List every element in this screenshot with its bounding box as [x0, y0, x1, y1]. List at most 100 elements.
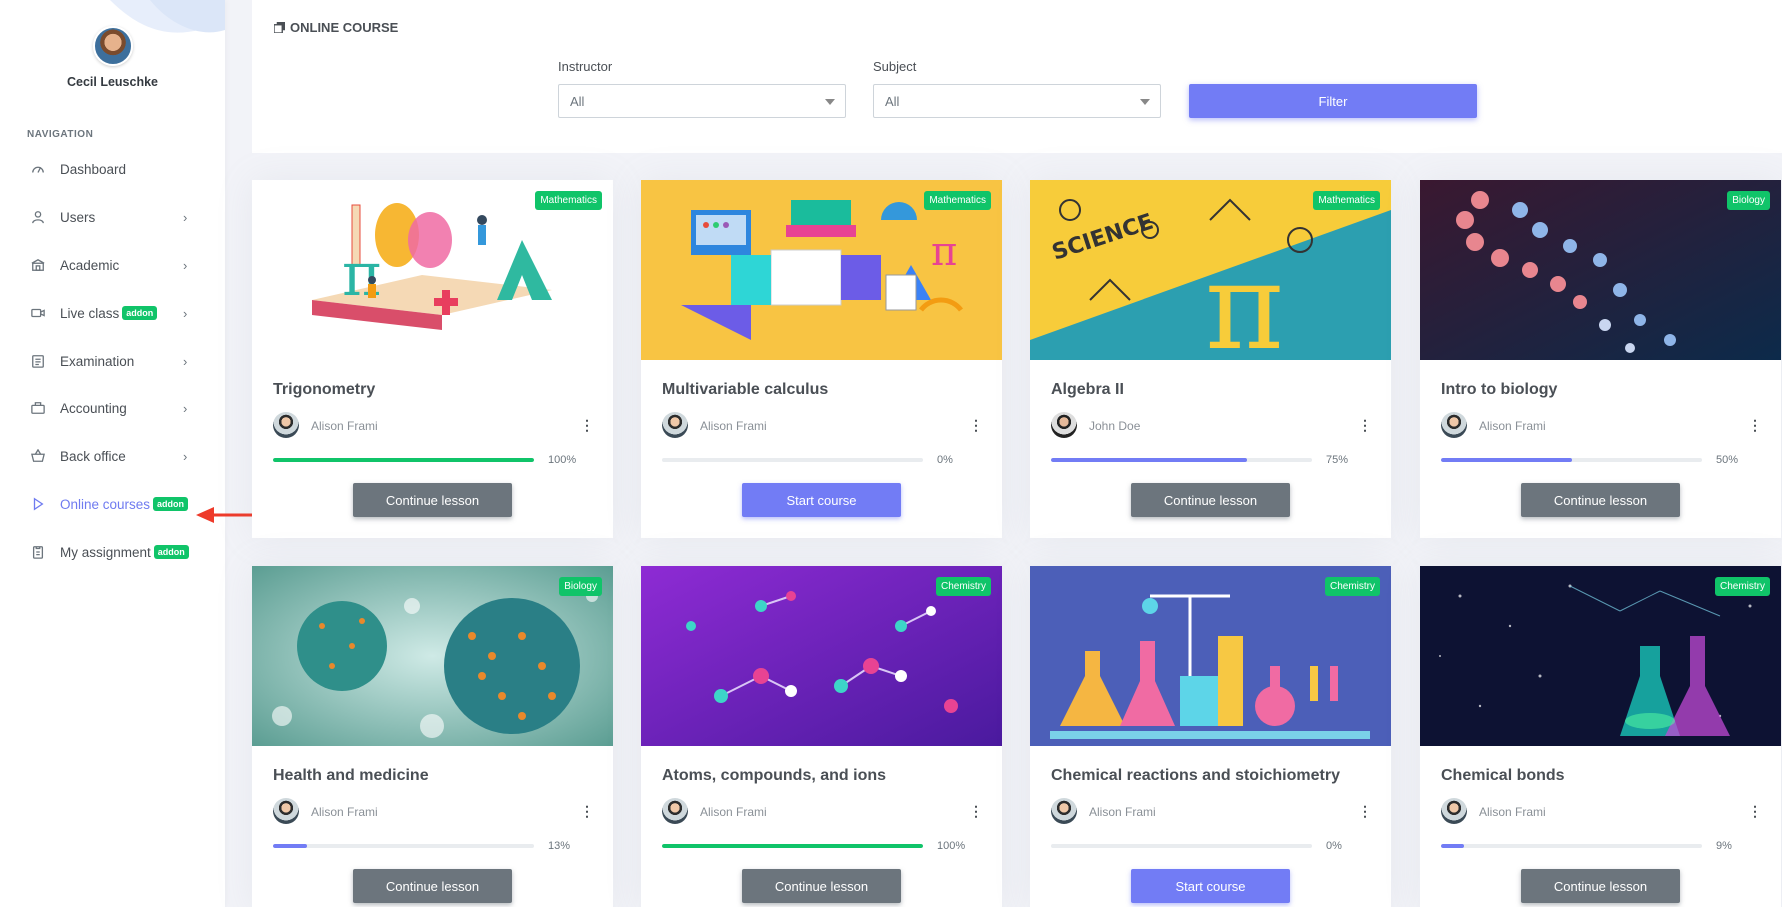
course-card[interactable]: π Mathematics Trigonometry Alison Frami …: [252, 180, 613, 538]
course-thumbnail[interactable]: Biology: [252, 566, 613, 746]
category-badge: Chemistry: [1714, 577, 1770, 596]
caret-down-icon: [1140, 99, 1150, 105]
continue-lesson-button[interactable]: Continue lesson: [1521, 483, 1680, 517]
briefcase-icon: [31, 401, 45, 415]
progress-bar: [273, 458, 534, 462]
instructor-select[interactable]: All: [558, 84, 846, 118]
more-options-icon[interactable]: ⋮: [1748, 415, 1762, 435]
progress-bar: [1441, 844, 1702, 848]
progress-percent: 100%: [548, 454, 577, 466]
course-thumbnail[interactable]: Chemistry: [1420, 566, 1781, 746]
course-title[interactable]: Intro to biology: [1441, 381, 1557, 399]
sidebar-item-live-class[interactable]: Live class addon ›: [0, 299, 225, 327]
continue-lesson-button[interactable]: Continue lesson: [1131, 483, 1290, 517]
course-title[interactable]: Atoms, compounds, and ions: [662, 767, 886, 785]
copy-icon: [274, 22, 285, 33]
progress-bar: [273, 844, 534, 848]
start-course-button[interactable]: Start course: [1131, 869, 1290, 903]
course-title[interactable]: Chemical reactions and stoichiometry: [1051, 767, 1340, 785]
filter-panel: [252, 0, 1782, 153]
category-badge: Chemistry: [1324, 577, 1380, 596]
course-card[interactable]: Chemistry Chemical reactions and stoichi…: [1030, 566, 1391, 907]
course-title[interactable]: Health and medicine: [273, 767, 429, 785]
sidebar-item-users[interactable]: Users ›: [0, 203, 225, 231]
continue-lesson-button[interactable]: Continue lesson: [353, 483, 512, 517]
course-title[interactable]: Trigonometry: [273, 381, 375, 399]
continue-lesson-button[interactable]: Continue lesson: [742, 869, 901, 903]
addon-badge: addon: [153, 545, 189, 559]
progress-bar: [662, 844, 923, 848]
more-options-icon[interactable]: ⋮: [580, 415, 594, 435]
course-card[interactable]: Chemistry Atoms, compounds, and ions Ali…: [641, 566, 1002, 907]
subject-select[interactable]: All: [873, 84, 1161, 118]
video-icon: [31, 306, 45, 320]
nav-title: NAVIGATION: [27, 129, 94, 140]
avatar[interactable]: [92, 26, 133, 66]
chevron-right-icon: ›: [183, 257, 188, 273]
course-thumbnail[interactable]: Chemistry: [1030, 566, 1391, 746]
instructor-avatar: [662, 412, 688, 438]
start-course-button[interactable]: Start course: [742, 483, 901, 517]
sidebar-item-accounting[interactable]: Accounting ›: [0, 394, 225, 422]
progress-fill: [1051, 458, 1247, 462]
course-thumbnail[interactable]: π Mathematics: [252, 180, 613, 360]
course-title[interactable]: Multivariable calculus: [662, 381, 828, 399]
category-badge: Mathematics: [1313, 191, 1380, 210]
instructor-name: Alison Frami: [311, 805, 378, 819]
course-card[interactable]: Chemistry Chemical bonds Alison Frami ⋮ …: [1420, 566, 1781, 907]
chevron-right-icon: ›: [183, 305, 188, 321]
course-title[interactable]: Algebra II: [1051, 381, 1124, 399]
chevron-right-icon: ›: [183, 448, 188, 464]
continue-lesson-button[interactable]: Continue lesson: [353, 869, 512, 903]
instructor-avatar: [1051, 798, 1077, 824]
sidebar-item-examination[interactable]: Examination ›: [0, 347, 225, 375]
page-title-text: ONLINE COURSE: [290, 20, 399, 35]
sidebar-item-label: Examination: [60, 353, 135, 369]
course-thumbnail[interactable]: Chemistry: [641, 566, 1002, 746]
sidebar-item-label: Dashboard: [60, 161, 127, 177]
progress-bar: [662, 458, 923, 462]
sidebar-item-back-office[interactable]: Back office ›: [0, 442, 225, 470]
user-icon: [31, 210, 45, 224]
sidebar-item-online-courses[interactable]: Online courses addon: [0, 490, 225, 518]
progress-percent: 9%: [1716, 840, 1732, 852]
instructor-avatar: [1051, 412, 1077, 438]
clipboard-icon: [31, 354, 45, 368]
course-card[interactable]: π Mathematics Multivariable calculus Ali…: [641, 180, 1002, 538]
more-options-icon[interactable]: ⋮: [969, 415, 983, 435]
addon-badge: addon: [153, 497, 189, 511]
course-card[interactable]: SCIENCE π Mathematics Algebra II John Do…: [1030, 180, 1391, 538]
sidebar-item-academic[interactable]: Academic ›: [0, 251, 225, 279]
sidebar-item-dashboard[interactable]: Dashboard: [0, 155, 225, 183]
course-title[interactable]: Chemical bonds: [1441, 767, 1565, 785]
instructor-label: Instructor: [558, 59, 613, 74]
subject-label: Subject: [873, 59, 917, 74]
assignment-icon: [31, 545, 45, 559]
sidebar-item-label: Online courses: [60, 496, 151, 512]
more-options-icon[interactable]: ⋮: [1358, 801, 1372, 821]
user-profile[interactable]: Cecil Leuschke: [0, 0, 225, 89]
progress-bar: [1441, 458, 1702, 462]
filter-button[interactable]: Filter: [1189, 84, 1477, 118]
sidebar-item-my-assignment[interactable]: My assignment addon: [0, 538, 225, 566]
course-card[interactable]: Biology Health and medicine Alison Frami…: [252, 566, 613, 907]
sidebar-item-label: Academic: [60, 257, 120, 273]
continue-lesson-button[interactable]: Continue lesson: [1521, 869, 1680, 903]
instructor-name: Alison Frami: [311, 419, 378, 433]
progress-percent: 75%: [1326, 454, 1349, 466]
more-options-icon[interactable]: ⋮: [1358, 415, 1372, 435]
more-options-icon[interactable]: ⋮: [580, 801, 594, 821]
play-icon: [31, 497, 45, 511]
more-options-icon[interactable]: ⋮: [1748, 801, 1762, 821]
course-thumbnail[interactable]: SCIENCE π Mathematics: [1030, 180, 1391, 360]
more-options-icon[interactable]: ⋮: [969, 801, 983, 821]
progress-percent: 100%: [937, 840, 966, 852]
svg-text:π: π: [1205, 238, 1284, 360]
course-thumbnail[interactable]: Biology: [1420, 180, 1781, 360]
svg-text:π: π: [931, 229, 957, 275]
course-card[interactable]: Biology Intro to biology Alison Frami ⋮ …: [1420, 180, 1781, 538]
sidebar-item-label: Users: [60, 209, 96, 225]
sidebar-item-label: Back office: [60, 448, 126, 464]
course-thumbnail[interactable]: π Mathematics: [641, 180, 1002, 360]
category-badge: Chemistry: [935, 577, 991, 596]
